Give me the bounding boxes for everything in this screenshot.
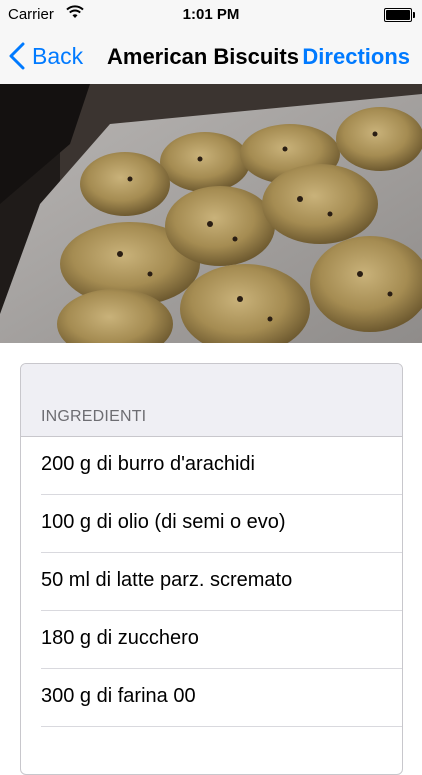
ingredient-row: 100 g di olio (di semi o evo) bbox=[41, 495, 402, 553]
ingredient-row: 50 ml di latte parz. scremato bbox=[41, 553, 402, 611]
ingredient-text: 180 g di zucchero bbox=[41, 627, 199, 649]
recipe-photo bbox=[0, 84, 422, 343]
ingredient-text: 100 g di olio (di semi o evo) bbox=[41, 511, 286, 533]
ingredient-row: 300 g di farina 00 bbox=[41, 669, 402, 727]
ingredients-card: INGREDIENTI 200 g di burro d'arachidi 10… bbox=[20, 363, 403, 775]
ingredients-header-label: INGREDIENTI bbox=[41, 408, 147, 425]
ingredient-row: 180 g di zucchero bbox=[41, 611, 402, 669]
navigation-bar: Back American Biscuits Directions bbox=[0, 30, 422, 85]
biscuits-image bbox=[0, 84, 422, 343]
ingredients-header: INGREDIENTI bbox=[21, 364, 402, 437]
ingredient-text: 200 g di burro d'arachidi bbox=[41, 453, 255, 475]
ingredient-text: 50 ml di latte parz. scremato bbox=[41, 569, 293, 591]
directions-button[interactable]: Directions bbox=[302, 44, 410, 70]
back-label: Back bbox=[32, 42, 84, 69]
status-time: 1:01 PM bbox=[182, 6, 240, 23]
status-bar: Carrier 1:01 PM bbox=[0, 0, 422, 30]
chevron-left-icon bbox=[9, 42, 25, 70]
battery-icon bbox=[384, 8, 415, 22]
ingredient-row: 200 g di burro d'arachidi bbox=[41, 437, 402, 495]
ingredient-text: 300 g di farina 00 bbox=[41, 685, 196, 707]
back-button[interactable]: Back bbox=[8, 40, 83, 72]
ingredients-section: INGREDIENTI 200 g di burro d'arachidi 10… bbox=[0, 343, 422, 775]
page-title: American Biscuits bbox=[107, 44, 299, 69]
